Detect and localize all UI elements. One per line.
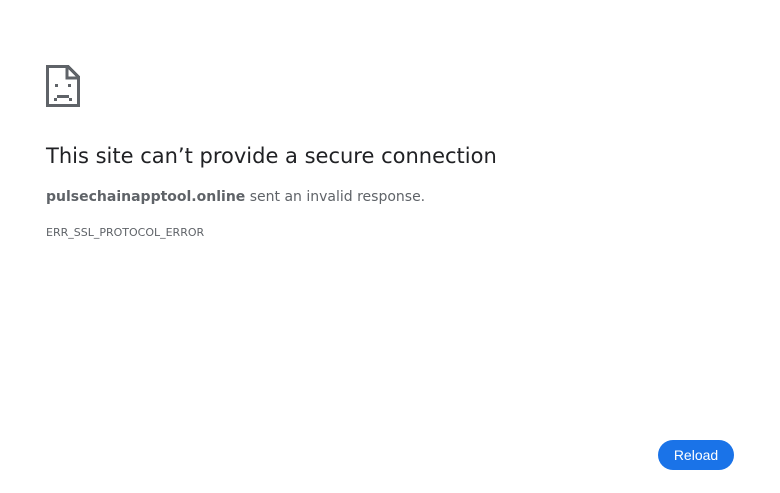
site-host: pulsechainapptool.online xyxy=(46,189,246,205)
error-code: ERR_SSL_PROTOCOL_ERROR xyxy=(46,226,205,239)
error-message: pulsechainapptool.online sent an invalid… xyxy=(46,187,425,207)
reload-button[interactable]: Reload xyxy=(658,440,734,470)
error-page: This site can’t provide a secure connect… xyxy=(0,0,780,493)
error-message-suffix: sent an invalid response. xyxy=(245,189,426,205)
sad-page-icon xyxy=(46,65,80,107)
page-title: This site can’t provide a secure connect… xyxy=(46,144,497,168)
